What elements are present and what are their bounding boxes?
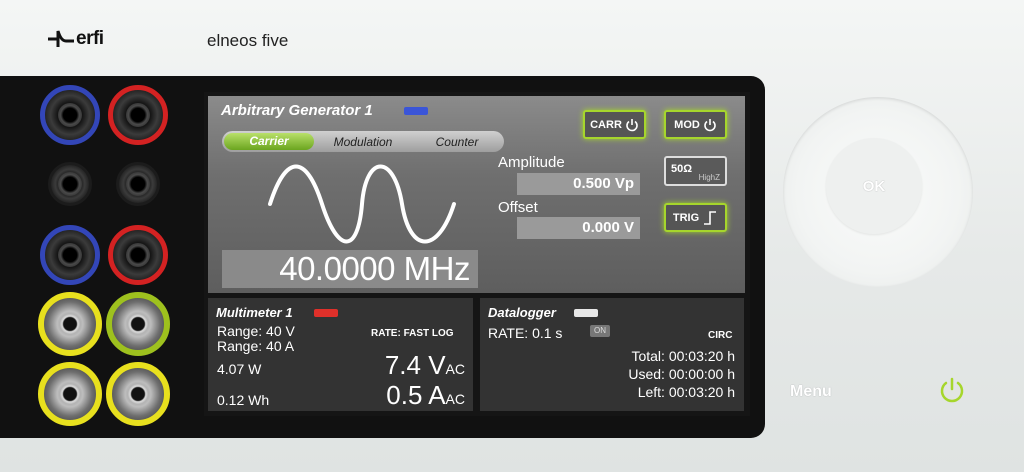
jack-3-red[interactable]	[108, 225, 168, 285]
energy-reading: 0.12 Wh	[217, 392, 270, 408]
multimeter-indicator	[314, 309, 338, 317]
multimeter-panel: Multimeter 1 Range: 40 V Range: 40 A RAT…	[208, 298, 473, 411]
jack-2-black-left[interactable]	[48, 162, 92, 206]
voltage-value: 7.4 V	[384, 350, 446, 380]
range-voltage: Range: 40 V	[217, 323, 295, 339]
jack-1-red[interactable]	[108, 85, 168, 145]
generator-panel: Arbitrary Generator 1 Carrier Modulation…	[208, 96, 745, 293]
datalogger-title: Datalogger	[488, 305, 556, 320]
tab-modulation[interactable]: Modulation	[314, 135, 412, 149]
range-current: Range: 40 A	[217, 338, 295, 354]
current-value: 0.5 A	[386, 380, 446, 410]
datalogger-panel: Datalogger RATE: 0.1 s ON CIRC Total: 00…	[480, 298, 744, 411]
trig-label: TRIG	[672, 211, 700, 224]
power-icon	[704, 118, 716, 131]
ok-button[interactable]: OK	[826, 138, 922, 234]
tab-counter[interactable]: Counter	[412, 135, 502, 149]
impedance-button[interactable]: 50Ω HighZ	[664, 156, 727, 186]
device-front-panel: erfi elneos five Arbitrary Generator 1 C…	[0, 0, 1024, 472]
mod-button[interactable]: MOD	[664, 110, 727, 139]
bnc-1-yellow[interactable]	[38, 292, 102, 356]
voltage-unit: AC	[445, 361, 465, 377]
current-unit: AC	[445, 391, 465, 407]
offset-value[interactable]: 0.000 V	[517, 217, 640, 239]
rate-label: RATE: FAST LOG	[371, 328, 454, 339]
power-button-icon[interactable]	[937, 375, 967, 405]
carr-label: CARR	[590, 118, 622, 131]
datalogger-rate: RATE: 0.1 s	[488, 325, 563, 341]
model-name: elneos five	[207, 31, 289, 50]
trigger-edge-icon	[704, 210, 717, 225]
datalogger-indicator	[574, 309, 598, 317]
brand-logo: erfi	[48, 28, 104, 50]
frequency-display[interactable]: 40.0000 MHz	[222, 250, 478, 288]
jack-1-blue[interactable]	[40, 85, 100, 145]
generator-indicator	[404, 107, 428, 115]
generator-tabs: Carrier Modulation Counter	[222, 131, 504, 152]
power-icon	[626, 118, 638, 131]
offset-label: Offset	[498, 199, 538, 216]
logo-text: erfi	[76, 28, 104, 49]
current-reading: 0.5 AAC	[386, 380, 465, 411]
amplitude-label: Amplitude	[498, 154, 565, 171]
datalogger-used: Used: 00:00:00 h	[628, 366, 735, 382]
mod-label: MOD	[674, 118, 700, 131]
trig-button[interactable]: TRIG	[664, 203, 727, 232]
jack-3-blue[interactable]	[40, 225, 100, 285]
datalogger-left: Left: 00:03:20 h	[637, 384, 735, 400]
voltage-reading: 7.4 VAC	[385, 350, 465, 381]
bnc-2-yellow[interactable]	[38, 362, 102, 426]
multimeter-title: Multimeter 1	[216, 305, 293, 320]
tab-carrier[interactable]: Carrier	[224, 133, 314, 150]
generator-title: Arbitrary Generator 1	[221, 102, 373, 119]
bnc-2-yellow-right[interactable]	[106, 362, 170, 426]
impedance-label: 50Ω	[671, 163, 693, 175]
erfi-logo-icon	[48, 30, 74, 47]
datalogger-on-badge[interactable]: ON	[590, 325, 610, 337]
bnc-1-green[interactable]	[106, 292, 170, 356]
datalogger-total: Total: 00:03:20 h	[631, 348, 735, 364]
sine-wave-icon	[268, 164, 456, 244]
carr-button[interactable]: CARR	[583, 110, 646, 139]
amplitude-value[interactable]: 0.500 Vp	[517, 173, 640, 195]
impedance-sublabel: HighZ	[698, 173, 720, 182]
datalogger-mode: CIRC	[708, 330, 733, 341]
jack-2-black-right[interactable]	[116, 162, 160, 206]
power-reading: 4.07 W	[217, 361, 262, 377]
menu-button[interactable]: Menu	[790, 383, 832, 401]
